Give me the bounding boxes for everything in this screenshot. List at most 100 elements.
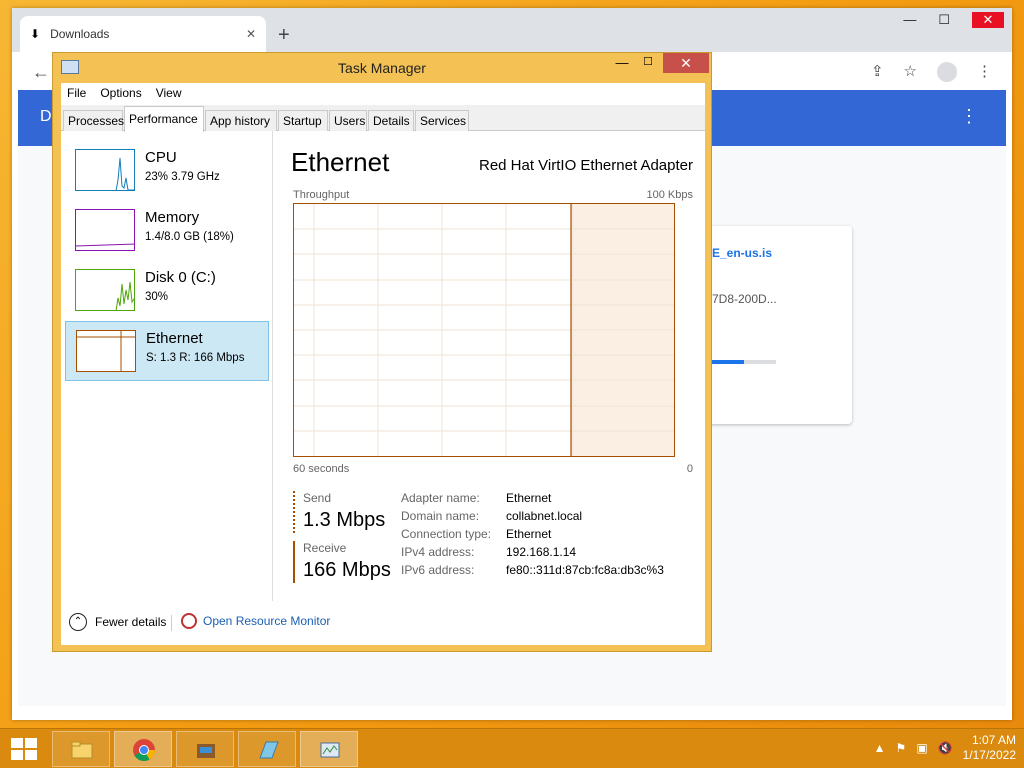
prop-row: IPv4 address: 192.168.1.14 bbox=[401, 545, 691, 563]
graph-zero-label: 0 bbox=[686, 463, 693, 475]
menu-options[interactable]: Options bbox=[100, 86, 141, 102]
tab-processes[interactable]: Processes bbox=[63, 110, 124, 131]
avatar[interactable] bbox=[937, 62, 957, 82]
resource-item-disk[interactable]: Disk 0 (C:) 30% bbox=[65, 261, 269, 321]
chrome-toolbar-icons: ⇪ ☆ ⋮ bbox=[871, 62, 992, 82]
menu-file[interactable]: File bbox=[67, 86, 86, 102]
resource-item-memory[interactable]: Memory 1.4/8.0 GB (18%) bbox=[65, 201, 269, 261]
prop-key: Connection type: bbox=[401, 527, 492, 541]
action-center-flag-icon[interactable]: ⚑ bbox=[896, 741, 907, 755]
minimize-icon[interactable]: — bbox=[609, 55, 635, 75]
share-icon[interactable]: ⇪ bbox=[871, 62, 884, 82]
cpu-thumbnail-graph bbox=[75, 149, 135, 191]
footer-divider bbox=[171, 615, 172, 631]
task-manager-window: Task Manager — ☐ ✕ File Options View Pro… bbox=[52, 52, 712, 652]
prop-value: Ethernet bbox=[506, 527, 552, 541]
open-resource-monitor-link[interactable]: Open Resource Monitor bbox=[181, 613, 330, 629]
taskbar-app-store[interactable] bbox=[176, 731, 234, 767]
throughput-graph bbox=[293, 203, 675, 457]
ethernet-detail-panel: Ethernet Red Hat VirtIO Ethernet Adapter… bbox=[287, 131, 697, 601]
close-icon[interactable]: ✕ bbox=[972, 12, 1004, 28]
memory-thumbnail-graph bbox=[75, 209, 135, 251]
tab-details[interactable]: Details bbox=[368, 110, 414, 131]
prop-value: fe80::311d:87cb:fc8a:db3c%3 bbox=[506, 563, 664, 577]
prop-key: IPv6 address: bbox=[401, 563, 475, 577]
windows-logo-icon bbox=[11, 738, 37, 760]
close-icon[interactable]: ✕ bbox=[246, 27, 256, 41]
new-tab-button[interactable]: + bbox=[278, 24, 290, 47]
minimize-icon[interactable]: — bbox=[903, 12, 916, 28]
prop-value: 192.168.1.14 bbox=[506, 545, 577, 559]
graph-time-label: 60 seconds bbox=[293, 463, 350, 475]
download-url: 7D8-200D... bbox=[712, 292, 777, 306]
download-progress-fill bbox=[712, 360, 744, 364]
graph-y-label: Throughput bbox=[293, 189, 350, 201]
tab-strip: Processes Performance App history Startu… bbox=[61, 105, 705, 132]
star-icon[interactable]: ☆ bbox=[904, 62, 917, 82]
download-card: E_en-us.is 7D8-200D... bbox=[702, 226, 852, 424]
download-filename-link[interactable]: E_en-us.is bbox=[712, 246, 772, 260]
send-stat: Send 1.3 Mbps bbox=[293, 491, 393, 533]
volume-muted-icon[interactable]: 🔇 bbox=[938, 741, 953, 755]
clock-date: 1/17/2022 bbox=[962, 748, 1016, 762]
chrome-tab-title: Downloads bbox=[50, 27, 110, 41]
resource-summary: 23% 3.79 GHz bbox=[145, 171, 220, 183]
resource-item-ethernet[interactable]: Ethernet S: 1.3 R: 166 Mbps bbox=[65, 321, 269, 381]
tab-users[interactable]: Users bbox=[329, 110, 367, 131]
resource-summary: 30% bbox=[145, 291, 169, 303]
throughput-graph-svg bbox=[294, 204, 674, 456]
resource-item-cpu[interactable]: CPU 23% 3.79 GHz bbox=[65, 141, 269, 201]
adapter-properties: Adapter name: Ethernet Domain name: coll… bbox=[401, 491, 691, 581]
taskbar-task-manager[interactable] bbox=[300, 731, 358, 767]
taskbar-chrome[interactable] bbox=[114, 731, 172, 767]
task-manager-icon bbox=[320, 742, 340, 758]
close-icon[interactable]: ✕ bbox=[663, 53, 709, 73]
tab-performance[interactable]: Performance bbox=[124, 106, 204, 132]
prop-row: Connection type: Ethernet bbox=[401, 527, 691, 545]
ethernet-thumbnail-graph bbox=[76, 330, 136, 372]
chrome-tab-downloads[interactable]: ⬇ Downloads ✕ bbox=[20, 16, 266, 52]
task-manager-titlebar[interactable]: Task Manager — ☐ ✕ bbox=[53, 53, 711, 83]
taskbar-file-explorer[interactable] bbox=[52, 731, 110, 767]
tab-services[interactable]: Services bbox=[415, 110, 469, 131]
chrome-icon bbox=[133, 739, 155, 761]
menu-view[interactable]: View bbox=[156, 86, 182, 102]
fewer-details-label: Fewer details bbox=[95, 615, 167, 629]
chrome-tabstrip: ⬇ Downloads ✕ + — ☐ ✕ bbox=[12, 8, 1012, 52]
maximize-icon[interactable]: ☐ bbox=[938, 12, 950, 28]
clock-time: 1:07 AM bbox=[971, 733, 1016, 747]
resource-summary: S: 1.3 R: 166 Mbps bbox=[146, 352, 245, 364]
task-manager-footer: ⌃ Fewer details Open Resource Monitor bbox=[61, 603, 705, 643]
fewer-details-button[interactable]: ⌃ Fewer details bbox=[69, 613, 166, 631]
prop-key: Adapter name: bbox=[401, 491, 480, 505]
prop-row: Domain name: collabnet.local bbox=[401, 509, 691, 527]
resource-monitor-icon bbox=[181, 613, 197, 629]
resource-name: CPU bbox=[145, 149, 177, 166]
folder-icon bbox=[71, 741, 93, 759]
prop-row: Adapter name: Ethernet bbox=[401, 491, 691, 509]
windows-start-button[interactable] bbox=[10, 737, 38, 761]
receive-stat: Receive 166 Mbps bbox=[293, 541, 393, 583]
more-menu-icon[interactable]: ⋮ bbox=[960, 106, 978, 127]
send-label: Send bbox=[303, 491, 332, 505]
send-value: 1.3 Mbps bbox=[303, 509, 386, 531]
task-manager-body: File Options View Processes Performance … bbox=[61, 83, 705, 645]
resource-name: Ethernet bbox=[146, 330, 203, 347]
maximize-icon[interactable]: ☐ bbox=[635, 55, 661, 75]
taskbar: ▲ ⚑ ▣ 🔇 1:07 AM 1/17/2022 bbox=[0, 728, 1024, 768]
prop-row: IPv6 address: fe80::311d:87cb:fc8a:db3c%… bbox=[401, 563, 691, 581]
graph-max-label: 100 Kbps bbox=[646, 189, 693, 201]
show-hidden-icons-icon[interactable]: ▲ bbox=[874, 741, 886, 755]
more-menu-icon[interactable]: ⋮ bbox=[977, 62, 992, 82]
back-arrow-icon[interactable]: ← bbox=[32, 62, 50, 83]
menu-bar: File Options View bbox=[61, 83, 705, 105]
network-icon[interactable]: ▣ bbox=[916, 741, 927, 755]
briefcase-icon bbox=[197, 744, 215, 758]
taskbar-notepad[interactable] bbox=[238, 731, 296, 767]
tab-startup[interactable]: Startup bbox=[278, 110, 328, 131]
resource-name: Disk 0 (C:) bbox=[145, 269, 216, 286]
download-progress-bar bbox=[712, 360, 776, 364]
clock[interactable]: 1:07 AM 1/17/2022 bbox=[963, 733, 1016, 763]
resource-name: Memory bbox=[145, 209, 200, 226]
tab-app-history[interactable]: App history bbox=[205, 110, 277, 131]
